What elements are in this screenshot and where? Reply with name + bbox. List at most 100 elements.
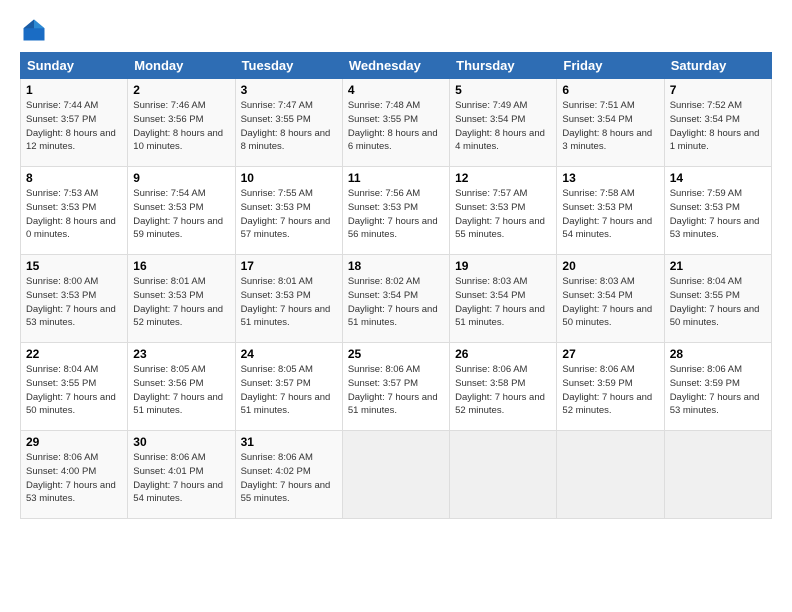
header	[20, 16, 772, 44]
day-info: Sunrise: 8:03 AM Sunset: 3:54 PM Dayligh…	[562, 275, 658, 330]
day-info: Sunrise: 7:59 AM Sunset: 3:53 PM Dayligh…	[670, 187, 766, 242]
day-number: 28	[670, 347, 766, 361]
calendar-cell: 8 Sunrise: 7:53 AM Sunset: 3:53 PM Dayli…	[21, 167, 128, 255]
calendar-cell: 26 Sunrise: 8:06 AM Sunset: 3:58 PM Dayl…	[450, 343, 557, 431]
day-info: Sunrise: 8:06 AM Sunset: 4:00 PM Dayligh…	[26, 451, 122, 506]
day-info: Sunrise: 7:53 AM Sunset: 3:53 PM Dayligh…	[26, 187, 122, 242]
day-number: 11	[348, 171, 444, 185]
day-info: Sunrise: 7:57 AM Sunset: 3:53 PM Dayligh…	[455, 187, 551, 242]
day-number: 18	[348, 259, 444, 273]
day-info: Sunrise: 7:56 AM Sunset: 3:53 PM Dayligh…	[348, 187, 444, 242]
day-number: 29	[26, 435, 122, 449]
day-number: 5	[455, 83, 551, 97]
day-info: Sunrise: 8:03 AM Sunset: 3:54 PM Dayligh…	[455, 275, 551, 330]
day-info: Sunrise: 7:49 AM Sunset: 3:54 PM Dayligh…	[455, 99, 551, 154]
day-info: Sunrise: 8:06 AM Sunset: 3:58 PM Dayligh…	[455, 363, 551, 418]
day-number: 22	[26, 347, 122, 361]
calendar-header-tuesday: Tuesday	[235, 53, 342, 79]
calendar-cell: 24 Sunrise: 8:05 AM Sunset: 3:57 PM Dayl…	[235, 343, 342, 431]
calendar-header-friday: Friday	[557, 53, 664, 79]
calendar-cell: 28 Sunrise: 8:06 AM Sunset: 3:59 PM Dayl…	[664, 343, 771, 431]
calendar-cell: 3 Sunrise: 7:47 AM Sunset: 3:55 PM Dayli…	[235, 79, 342, 167]
day-number: 17	[241, 259, 337, 273]
day-info: Sunrise: 8:04 AM Sunset: 3:55 PM Dayligh…	[670, 275, 766, 330]
calendar-cell: 20 Sunrise: 8:03 AM Sunset: 3:54 PM Dayl…	[557, 255, 664, 343]
calendar-cell: 21 Sunrise: 8:04 AM Sunset: 3:55 PM Dayl…	[664, 255, 771, 343]
calendar-cell: 23 Sunrise: 8:05 AM Sunset: 3:56 PM Dayl…	[128, 343, 235, 431]
calendar-cell: 9 Sunrise: 7:54 AM Sunset: 3:53 PM Dayli…	[128, 167, 235, 255]
calendar-week-2: 8 Sunrise: 7:53 AM Sunset: 3:53 PM Dayli…	[21, 167, 772, 255]
calendar-cell	[342, 431, 449, 519]
day-number: 19	[455, 259, 551, 273]
day-info: Sunrise: 8:01 AM Sunset: 3:53 PM Dayligh…	[133, 275, 229, 330]
day-number: 10	[241, 171, 337, 185]
day-number: 16	[133, 259, 229, 273]
day-info: Sunrise: 7:58 AM Sunset: 3:53 PM Dayligh…	[562, 187, 658, 242]
calendar-header-sunday: Sunday	[21, 53, 128, 79]
calendar-header-saturday: Saturday	[664, 53, 771, 79]
day-number: 23	[133, 347, 229, 361]
logo	[20, 16, 52, 44]
day-number: 14	[670, 171, 766, 185]
day-info: Sunrise: 7:44 AM Sunset: 3:57 PM Dayligh…	[26, 99, 122, 154]
day-number: 24	[241, 347, 337, 361]
day-info: Sunrise: 8:06 AM Sunset: 3:57 PM Dayligh…	[348, 363, 444, 418]
day-info: Sunrise: 7:48 AM Sunset: 3:55 PM Dayligh…	[348, 99, 444, 154]
day-number: 15	[26, 259, 122, 273]
calendar-header-monday: Monday	[128, 53, 235, 79]
calendar-cell: 16 Sunrise: 8:01 AM Sunset: 3:53 PM Dayl…	[128, 255, 235, 343]
calendar-table: SundayMondayTuesdayWednesdayThursdayFrid…	[20, 52, 772, 519]
day-info: Sunrise: 7:47 AM Sunset: 3:55 PM Dayligh…	[241, 99, 337, 154]
logo-icon	[20, 16, 48, 44]
calendar-cell: 19 Sunrise: 8:03 AM Sunset: 3:54 PM Dayl…	[450, 255, 557, 343]
day-info: Sunrise: 7:52 AM Sunset: 3:54 PM Dayligh…	[670, 99, 766, 154]
calendar-cell: 10 Sunrise: 7:55 AM Sunset: 3:53 PM Dayl…	[235, 167, 342, 255]
day-number: 7	[670, 83, 766, 97]
calendar-header-wednesday: Wednesday	[342, 53, 449, 79]
day-number: 25	[348, 347, 444, 361]
day-number: 4	[348, 83, 444, 97]
calendar-cell: 7 Sunrise: 7:52 AM Sunset: 3:54 PM Dayli…	[664, 79, 771, 167]
day-info: Sunrise: 8:01 AM Sunset: 3:53 PM Dayligh…	[241, 275, 337, 330]
calendar-cell: 2 Sunrise: 7:46 AM Sunset: 3:56 PM Dayli…	[128, 79, 235, 167]
day-info: Sunrise: 8:06 AM Sunset: 4:01 PM Dayligh…	[133, 451, 229, 506]
calendar-cell	[450, 431, 557, 519]
day-info: Sunrise: 8:05 AM Sunset: 3:57 PM Dayligh…	[241, 363, 337, 418]
day-info: Sunrise: 8:04 AM Sunset: 3:55 PM Dayligh…	[26, 363, 122, 418]
calendar-cell: 13 Sunrise: 7:58 AM Sunset: 3:53 PM Dayl…	[557, 167, 664, 255]
calendar-cell: 15 Sunrise: 8:00 AM Sunset: 3:53 PM Dayl…	[21, 255, 128, 343]
calendar-cell: 5 Sunrise: 7:49 AM Sunset: 3:54 PM Dayli…	[450, 79, 557, 167]
day-number: 6	[562, 83, 658, 97]
calendar-cell	[557, 431, 664, 519]
calendar-cell	[664, 431, 771, 519]
calendar-cell: 14 Sunrise: 7:59 AM Sunset: 3:53 PM Dayl…	[664, 167, 771, 255]
day-number: 1	[26, 83, 122, 97]
day-info: Sunrise: 7:51 AM Sunset: 3:54 PM Dayligh…	[562, 99, 658, 154]
day-info: Sunrise: 8:00 AM Sunset: 3:53 PM Dayligh…	[26, 275, 122, 330]
calendar-cell: 30 Sunrise: 8:06 AM Sunset: 4:01 PM Dayl…	[128, 431, 235, 519]
day-number: 9	[133, 171, 229, 185]
calendar-cell: 25 Sunrise: 8:06 AM Sunset: 3:57 PM Dayl…	[342, 343, 449, 431]
day-number: 12	[455, 171, 551, 185]
calendar-week-3: 15 Sunrise: 8:00 AM Sunset: 3:53 PM Dayl…	[21, 255, 772, 343]
day-info: Sunrise: 7:54 AM Sunset: 3:53 PM Dayligh…	[133, 187, 229, 242]
calendar-cell: 29 Sunrise: 8:06 AM Sunset: 4:00 PM Dayl…	[21, 431, 128, 519]
calendar-header-thursday: Thursday	[450, 53, 557, 79]
calendar-week-5: 29 Sunrise: 8:06 AM Sunset: 4:00 PM Dayl…	[21, 431, 772, 519]
day-number: 26	[455, 347, 551, 361]
day-number: 30	[133, 435, 229, 449]
calendar-cell: 4 Sunrise: 7:48 AM Sunset: 3:55 PM Dayli…	[342, 79, 449, 167]
day-info: Sunrise: 8:06 AM Sunset: 3:59 PM Dayligh…	[670, 363, 766, 418]
calendar-cell: 12 Sunrise: 7:57 AM Sunset: 3:53 PM Dayl…	[450, 167, 557, 255]
calendar-header-row: SundayMondayTuesdayWednesdayThursdayFrid…	[21, 53, 772, 79]
calendar-cell: 22 Sunrise: 8:04 AM Sunset: 3:55 PM Dayl…	[21, 343, 128, 431]
day-number: 31	[241, 435, 337, 449]
day-number: 21	[670, 259, 766, 273]
day-number: 27	[562, 347, 658, 361]
calendar-week-4: 22 Sunrise: 8:04 AM Sunset: 3:55 PM Dayl…	[21, 343, 772, 431]
calendar-cell: 11 Sunrise: 7:56 AM Sunset: 3:53 PM Dayl…	[342, 167, 449, 255]
day-info: Sunrise: 8:06 AM Sunset: 4:02 PM Dayligh…	[241, 451, 337, 506]
calendar-cell: 31 Sunrise: 8:06 AM Sunset: 4:02 PM Dayl…	[235, 431, 342, 519]
day-number: 20	[562, 259, 658, 273]
day-number: 13	[562, 171, 658, 185]
